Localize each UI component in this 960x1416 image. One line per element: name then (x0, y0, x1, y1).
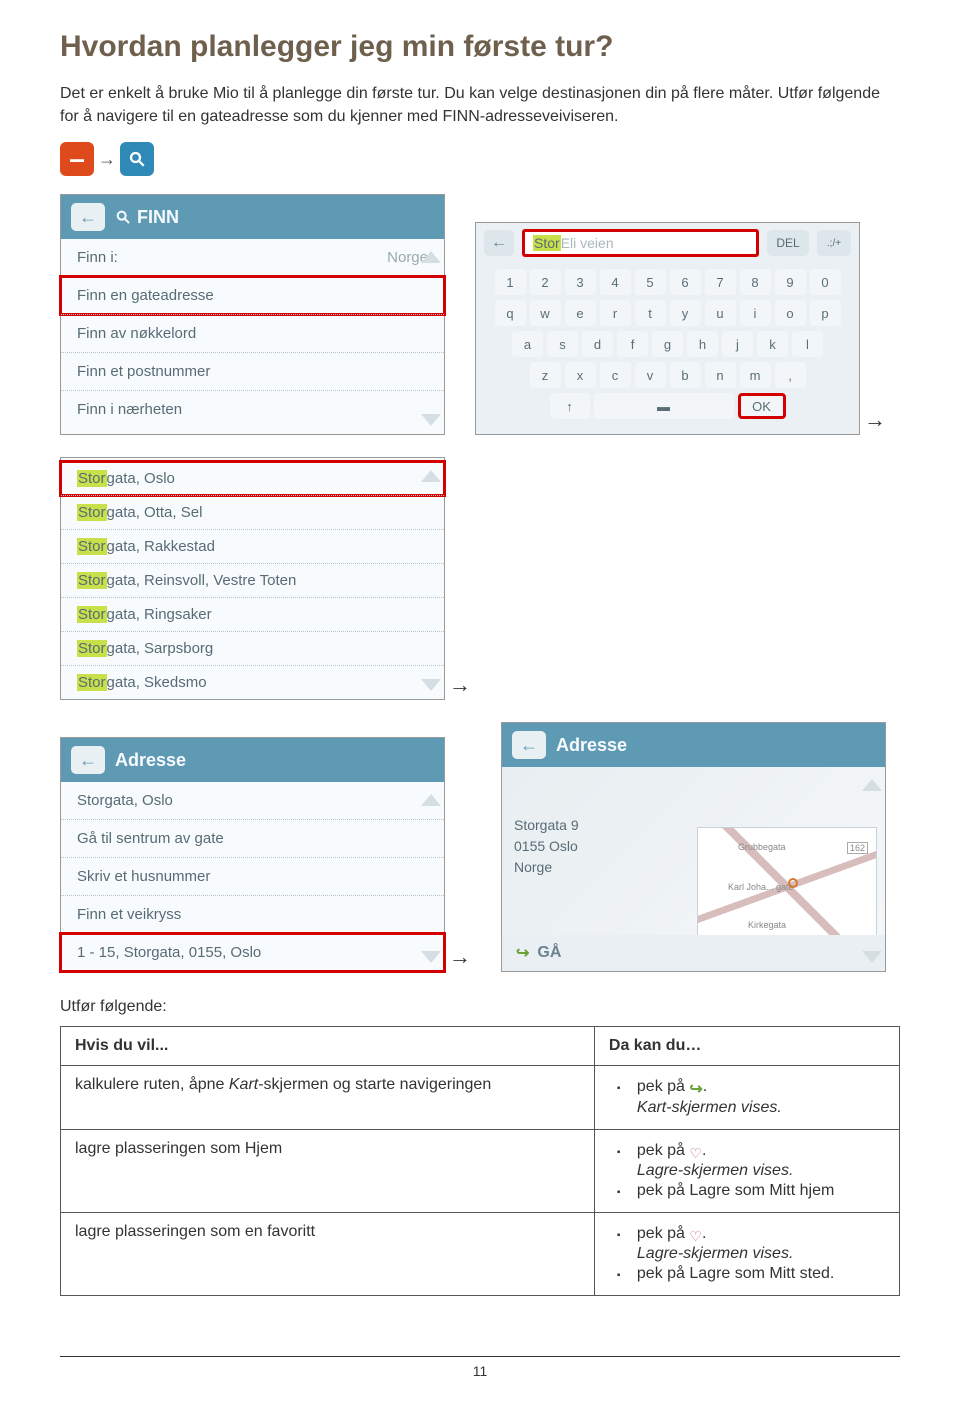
table-cell: pek på ↪.Kart-skjermen vises. (594, 1066, 899, 1130)
key-4[interactable]: 4 (600, 269, 631, 295)
key-b[interactable]: b (670, 362, 701, 388)
key-1[interactable]: 1 (495, 269, 526, 295)
addr-row[interactable]: Finn et veikryss (61, 895, 444, 933)
icon-sequence: – → (60, 142, 900, 176)
table-cell: pek på ♡.Lagre-skjermen vises. pek på La… (594, 1130, 899, 1213)
search-input[interactable]: Stor Eli veien (522, 229, 759, 257)
key-f[interactable]: f (617, 331, 648, 357)
table-header: Hvis du vil... (61, 1027, 595, 1066)
arrow-icon: → (449, 672, 471, 698)
key-5[interactable]: 5 (635, 269, 666, 295)
table-cell: lagre plasseringen som en favoritt (61, 1213, 595, 1296)
key-3[interactable]: 3 (565, 269, 596, 295)
key-e[interactable]: e (565, 300, 596, 326)
result-row[interactable]: Storgata, Ringsaker (61, 597, 444, 631)
finn-nearby[interactable]: Finn i nærheten (61, 390, 444, 428)
table-cell: kalkulere ruten, åpne Kart-skjermen og s… (61, 1066, 595, 1130)
key-c[interactable]: c (600, 362, 631, 388)
back-button[interactable]: ← (71, 746, 105, 774)
table-cell: pek på ♡.Lagre-skjermen vises. pek på La… (594, 1213, 899, 1296)
search-icon (115, 209, 131, 225)
section-label: Utfør følgende: (60, 998, 900, 1016)
key-a[interactable]: a (512, 331, 543, 357)
key-u[interactable]: u (705, 300, 736, 326)
result-row[interactable]: Storgata, Oslo (61, 462, 444, 495)
key-8[interactable]: 8 (740, 269, 771, 295)
result-row[interactable]: Storgata, Reinsvoll, Vestre Toten (61, 563, 444, 597)
key-x[interactable]: x (565, 362, 596, 388)
key-i[interactable]: i (740, 300, 771, 326)
search-icon (120, 142, 154, 176)
arrow-icon: → (864, 407, 886, 433)
table-cell: lagre plasseringen som Hjem (61, 1130, 595, 1213)
key-k[interactable]: k (757, 331, 788, 357)
screenshot-finn: ← FINN Finn i: Norge Finn en gateadresse… (60, 194, 445, 435)
key-r[interactable]: r (600, 300, 631, 326)
key-2[interactable]: 2 (530, 269, 561, 295)
ok-key[interactable]: OK (738, 393, 786, 419)
menu-icon: – (60, 142, 94, 176)
go-icon: ↪ (689, 1079, 702, 1099)
key-n[interactable]: n (705, 362, 736, 388)
key-d[interactable]: d (582, 331, 613, 357)
arrow-icon: → (449, 944, 471, 970)
key-v[interactable]: v (635, 362, 666, 388)
back-button[interactable]: ← (71, 203, 105, 231)
screenshot-results: Storgata, OsloStorgata, Otta, SelStorgat… (60, 457, 445, 700)
key-q[interactable]: q (495, 300, 526, 326)
key-w[interactable]: w (530, 300, 561, 326)
heart-icon: ♡ (689, 1145, 702, 1162)
key-6[interactable]: 6 (670, 269, 701, 295)
address-info: Storgata 9 0155 Oslo Norge (514, 815, 579, 878)
arrow-icon: → (98, 149, 116, 170)
key-t[interactable]: t (635, 300, 666, 326)
addr-row[interactable]: Skriv et husnummer (61, 857, 444, 895)
page-number: 11 (473, 1363, 488, 1379)
page-heading: Hvordan planlegger jeg min første tur? (60, 30, 900, 64)
key-s[interactable]: s (547, 331, 578, 357)
addr-row-selected[interactable]: 1 - 15, Storgata, 0155, Oslo (61, 933, 444, 971)
key-l[interactable]: l (792, 331, 823, 357)
key-7[interactable]: 7 (705, 269, 736, 295)
result-row[interactable]: Storgata, Skedsmo (61, 665, 444, 699)
back-button[interactable]: ← (512, 731, 546, 759)
finn-keyword[interactable]: Finn av nøkkelord (61, 314, 444, 352)
addr-row[interactable]: Gå til sentrum av gate (61, 819, 444, 857)
key-0[interactable]: 0 (810, 269, 841, 295)
finn-gateadresse[interactable]: Finn en gateadresse (61, 276, 444, 314)
shift-key[interactable]: ↑ (550, 393, 590, 419)
back-button[interactable]: ← (484, 230, 514, 256)
result-row[interactable]: Storgata, Rakkestad (61, 529, 444, 563)
space-key[interactable]: ▬ (594, 393, 734, 419)
key-,[interactable]: , (775, 362, 806, 388)
table-header: Da kan du… (594, 1027, 899, 1066)
finn-postnummer[interactable]: Finn et postnummer (61, 352, 444, 390)
key-p[interactable]: p (810, 300, 841, 326)
symbols-key[interactable]: .;/+ (817, 230, 851, 256)
key-g[interactable]: g (652, 331, 683, 357)
key-z[interactable]: z (530, 362, 561, 388)
go-button[interactable]: ↪ GÅ (502, 935, 885, 971)
options-table: Hvis du vil... Da kan du… kalkulere rute… (60, 1026, 900, 1296)
key-j[interactable]: j (722, 331, 753, 357)
delete-key[interactable]: DEL (767, 230, 809, 256)
key-9[interactable]: 9 (775, 269, 806, 295)
go-icon: ↪ (516, 943, 529, 963)
key-h[interactable]: h (687, 331, 718, 357)
result-row[interactable]: Storgata, Otta, Sel (61, 495, 444, 529)
screenshot-keyboard: ← Stor Eli veien DEL .;/+ 1234567890 qwe… (475, 222, 860, 435)
result-row[interactable]: Storgata, Sarpsborg (61, 631, 444, 665)
key-m[interactable]: m (740, 362, 771, 388)
screenshot-adresse: ← Adresse Storgata, Oslo Gå til sentrum … (60, 737, 445, 972)
intro-text: Det er enkelt å bruke Mio til å planlegg… (60, 82, 900, 128)
page-footer: 11 (60, 1356, 900, 1379)
finn-country-row[interactable]: Finn i: Norge (61, 239, 444, 276)
heart-icon: ♡ (689, 1228, 702, 1245)
addr-row[interactable]: Storgata, Oslo (61, 782, 444, 819)
key-o[interactable]: o (775, 300, 806, 326)
screenshot-map: ← Adresse Storgata 9 0155 Oslo Norge Gru… (501, 722, 886, 972)
key-y[interactable]: y (670, 300, 701, 326)
mini-map: Grubbegata 162 Karl Joha... gate Kirkega… (697, 827, 877, 935)
